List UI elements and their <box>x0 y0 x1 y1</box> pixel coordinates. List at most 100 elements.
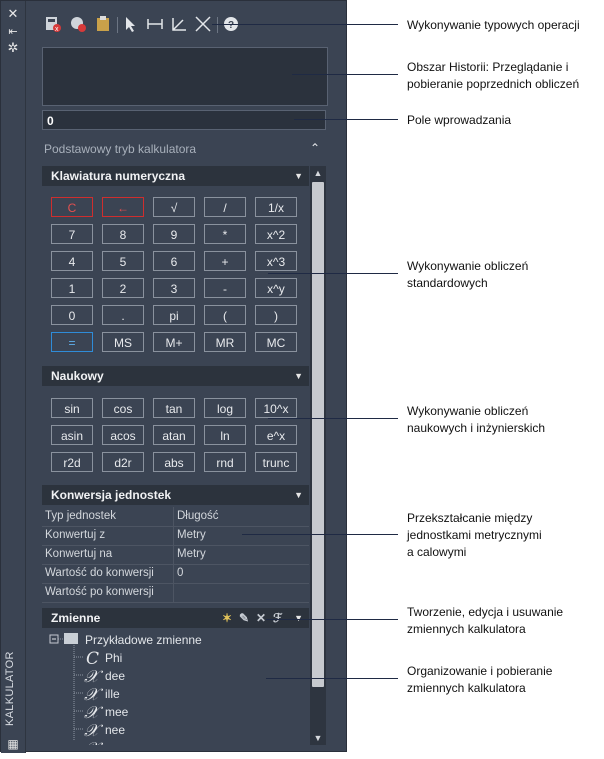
numpad-key[interactable]: x^y <box>255 278 297 298</box>
numpad-key[interactable]: ← <box>102 197 144 217</box>
numpad-key[interactable]: 9 <box>153 224 195 244</box>
units-row[interactable]: Konwertuj z Metry <box>42 526 309 546</box>
clear-icon[interactable]: x <box>43 15 63 35</box>
scientific-key[interactable]: e^x <box>255 425 297 445</box>
input-box[interactable]: 0 <box>42 110 326 130</box>
numpad-key[interactable]: 8 <box>102 224 144 244</box>
toolbar-separator <box>117 17 118 33</box>
numpad-key[interactable]: 5 <box>102 251 144 271</box>
variables-header[interactable]: Zmienne ✶ ✎ ✕ ℱ ▼ <box>42 608 309 628</box>
units-row[interactable]: Wartość po konwersji <box>42 583 309 603</box>
scientific-key[interactable]: sin <box>51 398 93 418</box>
scientific-key[interactable]: d2r <box>102 452 144 472</box>
scientific-key[interactable]: 10^x <box>255 398 297 418</box>
auto-hide-icon[interactable]: ⇤ <box>5 25 21 39</box>
properties-gear-icon[interactable]: ✲ <box>5 41 21 55</box>
get-coordinates-icon[interactable] <box>121 15 141 35</box>
numpad-key[interactable]: . <box>102 305 144 325</box>
delete-variable-icon[interactable]: ✕ <box>256 608 266 628</box>
scientific-key[interactable]: rnd <box>204 452 246 472</box>
tree-item[interactable]: mee <box>105 705 128 719</box>
numpad-key[interactable]: 1/x <box>255 197 297 217</box>
scientific-key[interactable]: ln <box>204 425 246 445</box>
numpad-key[interactable]: C <box>51 197 93 217</box>
history-area[interactable] <box>42 47 328 106</box>
numpad-key[interactable]: + <box>204 251 246 271</box>
numpad-key[interactable]: MS <box>102 332 144 352</box>
tree-root[interactable]: Przykładowe zmienne <box>85 633 202 647</box>
numpad-key[interactable]: pi <box>153 305 195 325</box>
tree-item[interactable]: Phi <box>105 651 122 665</box>
numpad-key[interactable]: / <box>204 197 246 217</box>
annotation-line: zmiennych kalkulatora <box>407 622 526 636</box>
numpad-key[interactable]: * <box>204 224 246 244</box>
numpad-title: Klawiatura numeryczna <box>51 169 186 183</box>
scientific-key[interactable]: asin <box>51 425 93 445</box>
numpad-key[interactable]: - <box>204 278 246 298</box>
numpad-key[interactable]: 6 <box>153 251 195 271</box>
units-value[interactable]: Metry <box>177 545 206 564</box>
scientific-header[interactable]: Naukowy ▼ <box>42 366 309 386</box>
scientific-key[interactable]: trunc <box>255 452 297 472</box>
units-row[interactable]: Konwertuj na Metry <box>42 545 309 565</box>
tree-item[interactable]: ille <box>105 687 120 701</box>
clear-history-icon[interactable] <box>68 15 88 35</box>
numpad-key[interactable]: x^3 <box>255 251 297 271</box>
units-key: Wartość po konwersji <box>45 586 154 598</box>
scientific-key[interactable]: r2d <box>51 452 93 472</box>
numpad-key[interactable]: √ <box>153 197 195 217</box>
leader-line <box>268 418 398 419</box>
scientific-key[interactable]: atan <box>153 425 195 445</box>
numpad-key[interactable]: 0 <box>51 305 93 325</box>
units-row[interactable]: Wartość do konwersji 0 <box>42 564 309 584</box>
numpad-key[interactable]: = <box>51 332 93 352</box>
scrollbar-thumb[interactable] <box>312 182 324 687</box>
units-row[interactable]: Typ jednostek Długość <box>42 507 309 527</box>
function-icon: 𝒳 <box>84 721 99 741</box>
scrollbar[interactable]: ▲ ▼ <box>310 166 326 745</box>
numpad-key[interactable]: 1 <box>51 278 93 298</box>
numpad-key[interactable]: x^2 <box>255 224 297 244</box>
units-title: Konwersja jednostek <box>51 488 172 502</box>
numpad-key[interactable]: 7 <box>51 224 93 244</box>
close-icon[interactable]: ✕ <box>5 7 21 21</box>
scientific-title: Naukowy <box>51 369 104 383</box>
units-value[interactable]: 0 <box>177 564 183 583</box>
leader-line <box>242 534 398 535</box>
numpad-key[interactable]: ) <box>255 305 297 325</box>
leader-line <box>292 74 398 75</box>
collapse-icon[interactable]: ⌃ <box>310 141 320 155</box>
angle-icon[interactable] <box>169 15 189 35</box>
units-value[interactable]: Metry <box>177 526 206 545</box>
chevron-down-icon: ▼ <box>294 490 303 500</box>
calculator-variable-icon[interactable]: ℱ <box>273 608 282 628</box>
scientific-key[interactable]: cos <box>102 398 144 418</box>
scientific-key[interactable]: acos <box>102 425 144 445</box>
distance-icon[interactable] <box>145 15 165 35</box>
scientific-key[interactable]: abs <box>153 452 195 472</box>
numpad-header[interactable]: Klawiatura numeryczna ▼ <box>42 166 309 186</box>
numpad-key[interactable]: ( <box>204 305 246 325</box>
scientific-key[interactable]: tan <box>153 398 195 418</box>
units-key: Wartość do konwersji <box>45 567 154 579</box>
scroll-down-icon[interactable]: ▼ <box>310 731 326 745</box>
intersection-icon[interactable] <box>193 15 213 35</box>
svg-text:x: x <box>55 26 59 33</box>
numpad-key[interactable]: MC <box>255 332 297 352</box>
paste-icon[interactable] <box>93 15 113 35</box>
scientific-key[interactable]: log <box>204 398 246 418</box>
new-variable-icon[interactable]: ✶ <box>222 608 232 628</box>
help-icon[interactable]: ? <box>221 15 241 35</box>
units-header[interactable]: Konwersja jednostek ▼ <box>42 485 309 505</box>
tree-item[interactable]: nee <box>105 723 125 737</box>
function-icon: 𝒳 <box>84 667 99 687</box>
numpad-key[interactable]: 3 <box>153 278 195 298</box>
numpad-key[interactable]: M+ <box>153 332 195 352</box>
scroll-up-icon[interactable]: ▲ <box>310 166 326 180</box>
numpad-key[interactable]: 2 <box>102 278 144 298</box>
tree-item[interactable]: dee <box>105 669 125 683</box>
units-value[interactable]: Długość <box>177 507 219 526</box>
edit-variable-icon[interactable]: ✎ <box>239 608 249 628</box>
numpad-key[interactable]: MR <box>204 332 246 352</box>
numpad-key[interactable]: 4 <box>51 251 93 271</box>
